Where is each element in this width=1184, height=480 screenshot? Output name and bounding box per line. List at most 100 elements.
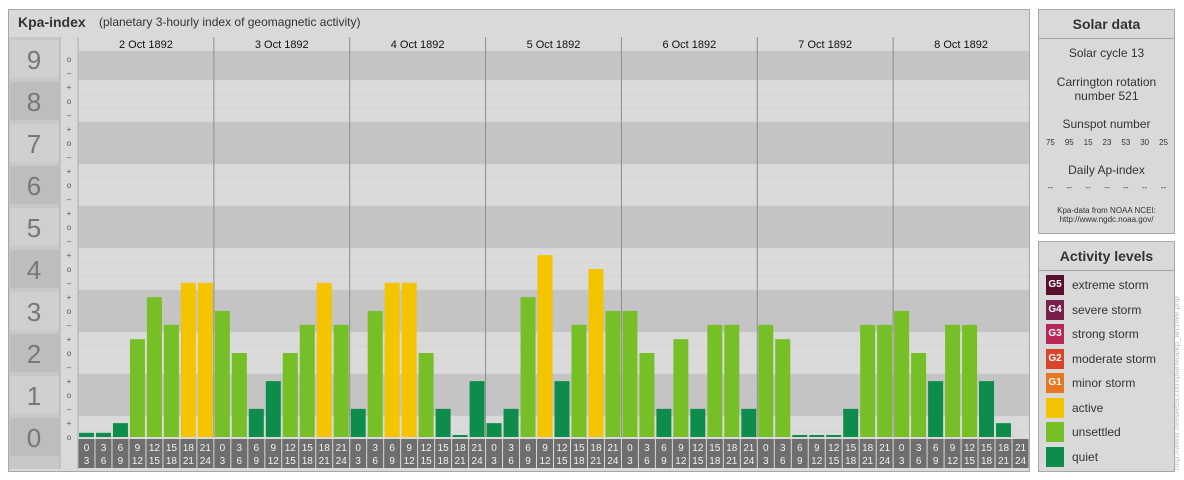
x-interval-end: 3 xyxy=(763,456,769,467)
y-minor-tick: o xyxy=(67,223,72,232)
x-interval-start: 0 xyxy=(491,443,497,454)
solar-data-title: Solar data xyxy=(1039,10,1174,39)
ap-value: -- xyxy=(1141,183,1148,192)
x-interval-end: 18 xyxy=(845,456,857,467)
kp-bar xyxy=(911,353,927,437)
kp-bar xyxy=(350,408,366,437)
x-interval-start: 12 xyxy=(828,443,840,454)
kp-bar xyxy=(163,324,179,437)
x-interval-start: 9 xyxy=(135,443,141,454)
x-interval-end: 9 xyxy=(525,456,531,467)
kp-bar xyxy=(231,353,247,437)
x-interval-end: 3 xyxy=(627,456,633,467)
x-interval-end: 3 xyxy=(84,456,90,467)
kp-bar xyxy=(758,324,774,437)
y-minor-tick: – xyxy=(67,321,72,330)
x-interval-end: 12 xyxy=(132,456,144,467)
x-interval-end: 21 xyxy=(183,456,195,467)
legend-label: minor storm xyxy=(1072,376,1136,390)
y-major-tick: 6 xyxy=(27,171,41,201)
kp-bar xyxy=(656,408,672,437)
x-interval-start: 9 xyxy=(814,443,820,454)
y-minor-tick: o xyxy=(67,181,72,190)
x-interval-end: 15 xyxy=(285,456,297,467)
x-interval-start: 3 xyxy=(101,443,107,454)
kp-bar xyxy=(996,423,1012,437)
x-interval-end: 6 xyxy=(780,456,786,467)
legend-swatch xyxy=(1046,422,1064,442)
kp-bar xyxy=(469,381,485,437)
x-interval-start: 18 xyxy=(726,443,738,454)
x-interval-end: 24 xyxy=(336,456,348,467)
y-minor-tick: o xyxy=(67,433,72,442)
kp-bar xyxy=(877,324,893,437)
legend-label: moderate storm xyxy=(1072,351,1157,366)
ap-value: -- xyxy=(1123,183,1129,192)
x-interval-start: 15 xyxy=(981,443,993,454)
kp-bar xyxy=(367,311,383,437)
kp-bar xyxy=(197,282,213,437)
x-interval-end: 21 xyxy=(455,456,467,467)
kp-bar xyxy=(316,282,332,437)
legend-label: active xyxy=(1072,400,1104,415)
kp-bar xyxy=(979,381,995,437)
kp-bar xyxy=(180,282,196,437)
y-minor-tick: + xyxy=(67,209,72,218)
x-interval-start: 12 xyxy=(421,443,433,454)
kp-bar xyxy=(928,381,944,437)
y-minor-tick: + xyxy=(67,377,72,386)
y-minor-tick: o xyxy=(67,307,72,316)
data-source-link[interactable]: http://www.ngdc.noaa.gov/ xyxy=(1039,215,1174,225)
kp-bar xyxy=(639,353,655,437)
x-interval-end: 12 xyxy=(947,456,959,467)
legend-item: G5 extreme storm xyxy=(1046,275,1174,295)
x-interval-end: 24 xyxy=(879,456,891,467)
x-interval-end: 18 xyxy=(438,456,450,467)
x-interval-start: 3 xyxy=(780,443,786,454)
x-interval-start: 12 xyxy=(149,443,161,454)
x-interval-end: 24 xyxy=(607,456,619,467)
x-interval-end: 21 xyxy=(590,456,602,467)
kp-bar xyxy=(333,324,349,437)
kp-bar xyxy=(588,269,604,437)
x-interval-end: 9 xyxy=(661,456,667,467)
kp-bar xyxy=(401,282,417,437)
legend-item: G4 severe storm xyxy=(1046,299,1174,320)
x-interval-end: 18 xyxy=(573,456,585,467)
legend-label: unsettled xyxy=(1072,425,1121,439)
x-interval-end: 12 xyxy=(539,456,551,467)
x-interval-start: 15 xyxy=(709,443,721,454)
kp-bar xyxy=(792,435,808,437)
x-interval-start: 15 xyxy=(166,443,178,454)
x-interval-end: 6 xyxy=(372,456,378,467)
y-major-tick: 0 xyxy=(27,423,41,453)
x-interval-start: 3 xyxy=(508,443,514,454)
y-minor-tick: + xyxy=(67,335,72,344)
x-interval-end: 12 xyxy=(404,456,416,467)
x-interval-start: 3 xyxy=(644,443,650,454)
sunspot-value: 75 xyxy=(1045,138,1055,147)
legend-item: G1 minor storm xyxy=(1046,373,1174,393)
x-interval-start: 6 xyxy=(254,443,260,454)
kp-bar xyxy=(95,432,111,437)
y-major-tick: 2 xyxy=(27,339,41,369)
legend-label: strong storm xyxy=(1072,327,1139,341)
band xyxy=(78,248,1029,290)
x-interval-end: 15 xyxy=(556,456,568,467)
y-minor-tick: + xyxy=(67,167,72,176)
x-interval-start: 3 xyxy=(237,443,243,454)
kp-bar xyxy=(775,339,791,437)
x-interval-end: 18 xyxy=(709,456,721,467)
day-label: 7 Oct 1892 xyxy=(798,39,852,51)
x-interval-end: 9 xyxy=(797,456,803,467)
x-interval-start: 21 xyxy=(472,443,484,454)
watermark-url: http://www.freewebs.com/planeta/kp_archi… xyxy=(1172,296,1181,470)
kp-bar xyxy=(418,353,434,437)
y-minor-tick: o xyxy=(67,55,72,64)
legend-item: G3 strong storm xyxy=(1046,324,1174,344)
legend-swatch: G4 xyxy=(1046,299,1064,320)
y-minor-tick: – xyxy=(67,111,72,120)
legend-swatch: G2 xyxy=(1046,348,1064,369)
y-minor-tick: – xyxy=(67,153,72,162)
kp-bar xyxy=(265,381,281,437)
